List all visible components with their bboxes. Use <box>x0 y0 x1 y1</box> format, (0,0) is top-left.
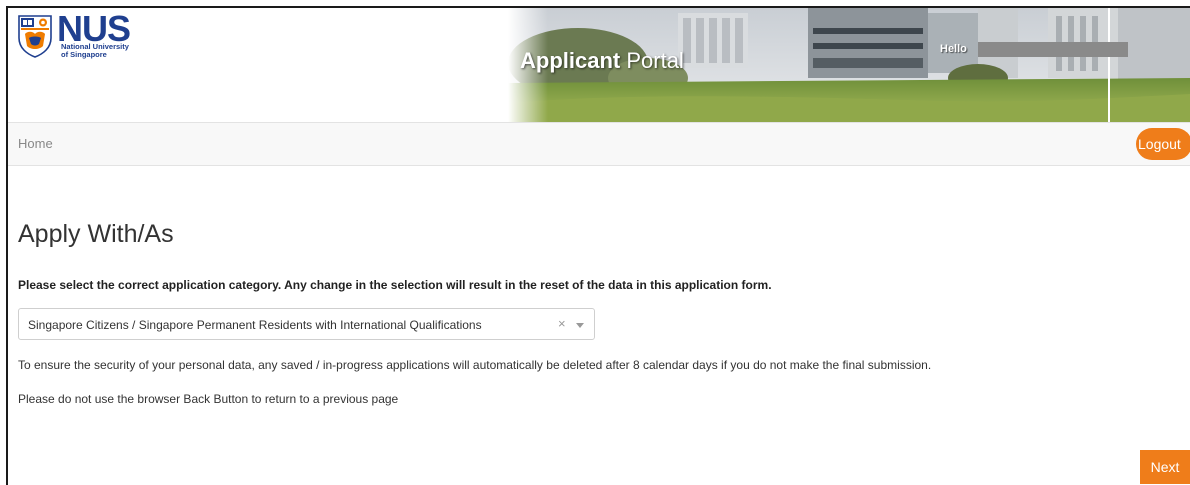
logout-button[interactable]: Logout <box>1136 128 1190 160</box>
campus-banner: Applicant Portal Hello <box>508 8 1190 122</box>
chevron-down-icon[interactable] <box>576 323 584 328</box>
nus-logo[interactable]: NUS National University of Singapore <box>17 8 147 76</box>
clear-selection-icon[interactable]: × <box>558 316 566 331</box>
instruction-text: Please select the correct application ca… <box>18 278 772 292</box>
greeting-label: Hello <box>940 43 967 55</box>
logo-subtitle: National University of Singapore <box>61 42 129 59</box>
next-button[interactable]: Next <box>1140 450 1190 484</box>
page-title: Apply With/As <box>18 220 174 248</box>
nus-crest-icon <box>18 15 52 58</box>
nav-home-link[interactable]: Home <box>18 136 53 151</box>
application-category-select[interactable]: Singapore Citizens / Singapore Permanent… <box>18 308 595 340</box>
portal-title-bold: Applicant <box>520 48 621 73</box>
app-frame: NUS National University of Singapore App… <box>6 6 1190 485</box>
back-button-note: Please do not use the browser Back Butto… <box>18 392 399 406</box>
security-note: To ensure the security of your personal … <box>18 358 932 372</box>
navbar: Home Logout <box>8 122 1190 166</box>
portal-title: Applicant Portal <box>520 48 684 74</box>
selected-category: Singapore Citizens / Singapore Permanent… <box>28 318 482 332</box>
redacted-username <box>978 42 1128 57</box>
portal-title-light: Portal <box>620 48 684 73</box>
header: NUS National University of Singapore App… <box>8 8 1190 122</box>
